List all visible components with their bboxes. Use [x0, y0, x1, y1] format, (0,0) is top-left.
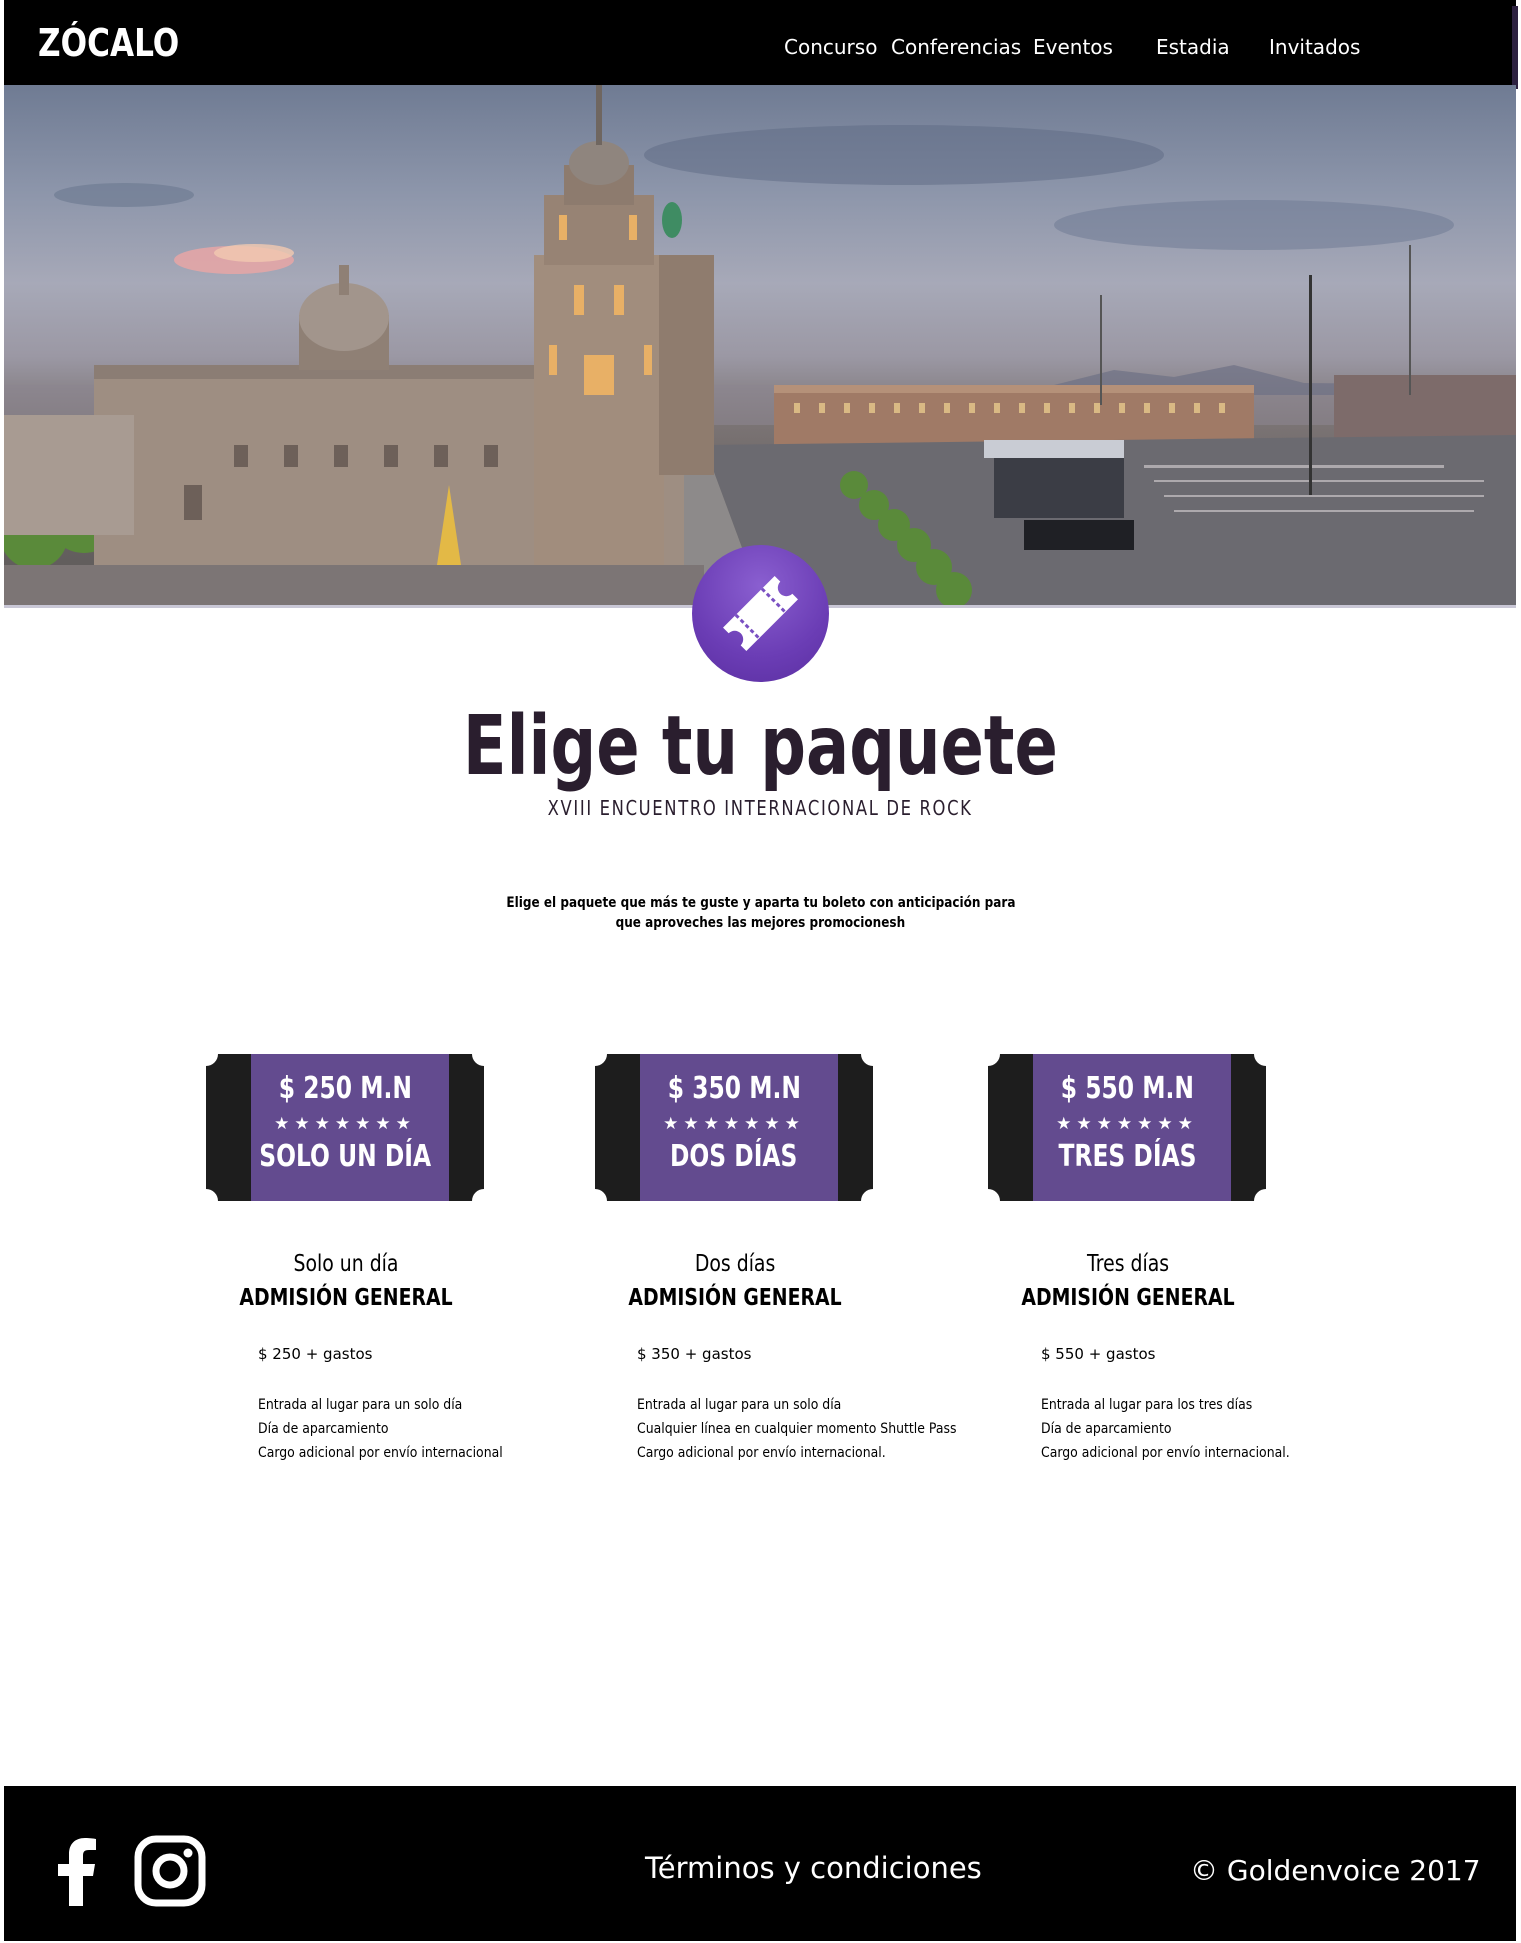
package-title: Solo un día — [293, 1251, 399, 1277]
feature-item: Entrada al lugar para un solo día — [258, 1397, 463, 1413]
package-heading-one-day: Solo un día ADMISIÓN GENERAL — [196, 1248, 496, 1316]
ticket-card-two-days[interactable]: $ 350 M.N ★★★★★★★ DOS DÍAS — [595, 1054, 873, 1201]
package-subtitle: ADMISIÓN GENERAL — [1021, 1285, 1235, 1311]
nav-eventos[interactable]: Eventos — [1033, 34, 1113, 60]
ticket-card-three-days[interactable]: $ 550 M.N ★★★★★★★ TRES DÍAS — [988, 1054, 1266, 1201]
package-subtitle: ADMISIÓN GENERAL — [239, 1285, 453, 1311]
package-features-two-days: Entrada al lugar para un solo día Cualqu… — [637, 1393, 957, 1465]
page-title: Elige tu paquete — [463, 699, 1058, 794]
package-heading-two-days: Dos días ADMISIÓN GENERAL — [585, 1248, 885, 1316]
badge-price: $ 350 M.N — [667, 1071, 801, 1106]
package-price-one-day: $ 250 + gastos — [258, 1345, 373, 1363]
badge-stars: ★★★★★★★ — [663, 1114, 805, 1134]
package-price-two-days: $ 350 + gastos — [637, 1345, 752, 1363]
instagram-icon[interactable] — [134, 1835, 206, 1907]
hero-image — [4, 85, 1516, 607]
package-subtitle: ADMISIÓN GENERAL — [628, 1285, 842, 1311]
copyright-text: © Goldenvoice 2017 — [1190, 1854, 1481, 1887]
badge-name: SOLO UN DÍA — [259, 1139, 431, 1174]
package-title: Dos días — [694, 1251, 776, 1277]
badge-stars: ★★★★★★★ — [274, 1114, 416, 1134]
badge-stars: ★★★★★★★ — [1056, 1114, 1198, 1134]
feature-item: Día de aparcamiento — [258, 1421, 389, 1437]
feature-item: Entrada al lugar para los tres días — [1041, 1397, 1253, 1413]
page-subtitle: XVIII ENCUENTRO INTERNACIONAL DE ROCK — [548, 796, 973, 820]
feature-item: Cualquier línea en cualquier momento Shu… — [637, 1421, 957, 1437]
facebook-icon[interactable] — [57, 1838, 97, 1911]
intro-line-1: Elige el paquete que más te guste y apar… — [505, 895, 1016, 911]
badge-name: TRES DÍAS — [1057, 1139, 1197, 1174]
nav-conferencias[interactable]: Conferencias — [891, 34, 1021, 60]
ticket-badge-circle — [692, 545, 829, 682]
feature-item: Cargo adicional por envío internacional — [258, 1445, 503, 1461]
site-logo[interactable]: ZÓCALO — [38, 20, 179, 66]
nav-concurso[interactable]: Concurso — [784, 34, 877, 60]
nav-estadia[interactable]: Estadia — [1156, 34, 1230, 60]
nav-invitados[interactable]: Invitados — [1269, 34, 1360, 60]
package-features-one-day: Entrada al lugar para un solo día Día de… — [258, 1393, 503, 1465]
badge-price: $ 550 M.N — [1060, 1071, 1194, 1106]
navbar-shadow — [1512, 6, 1518, 89]
terms-link[interactable]: Términos y condiciones — [645, 1850, 982, 1886]
package-features-three-days: Entrada al lugar para los tres días Día … — [1041, 1393, 1290, 1465]
badge-name: DOS DÍAS — [670, 1139, 798, 1174]
feature-item: Entrada al lugar para un solo día — [637, 1397, 842, 1413]
package-price-three-days: $ 550 + gastos — [1041, 1345, 1156, 1363]
feature-item: Cargo adicional por envío internacional. — [1041, 1445, 1290, 1461]
ticket-card-one-day[interactable]: $ 250 M.N ★★★★★★★ SOLO UN DÍA — [206, 1054, 484, 1201]
intro-line-2: que aproveches las mejores promocionesh — [615, 915, 906, 931]
package-title: Tres días — [1086, 1251, 1170, 1277]
badge-price: $ 250 M.N — [278, 1071, 412, 1106]
intro-text: Elige el paquete que más te guste y apar… — [0, 893, 1521, 933]
feature-item: Cargo adicional por envío internacional. — [637, 1445, 886, 1461]
feature-item: Día de aparcamiento — [1041, 1421, 1172, 1437]
package-heading-three-days: Tres días ADMISIÓN GENERAL — [978, 1248, 1278, 1316]
ticket-icon — [723, 576, 798, 651]
